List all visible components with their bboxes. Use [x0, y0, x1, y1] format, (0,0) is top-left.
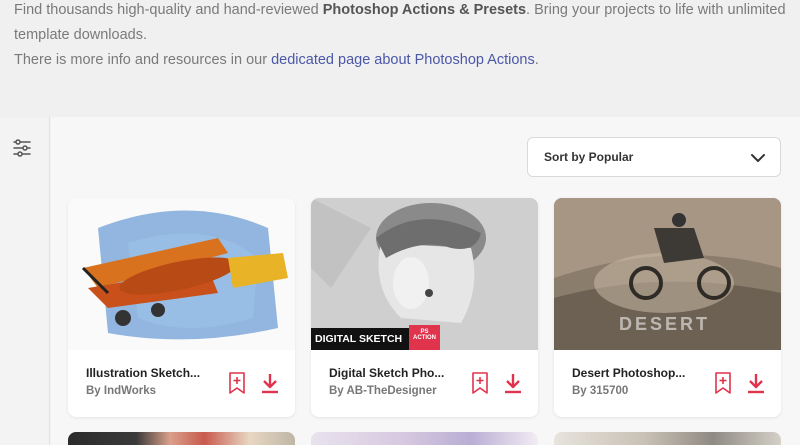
product-title[interactable]: Digital Sketch Pho... [329, 366, 459, 380]
download-icon[interactable] [503, 372, 523, 394]
filter-sidebar [0, 117, 50, 445]
intro-text-start: Find thousands high-quality and hand-rev… [14, 2, 323, 18]
product-author[interactable]: By 315700 [572, 385, 628, 397]
ps-action-badge: PS ACTION [409, 325, 440, 350]
product-author[interactable]: By IndWorks [86, 385, 156, 397]
product-title[interactable]: Desert Photoshop... [572, 366, 702, 380]
digital-sketch-banner: DIGITAL SKETCH [311, 328, 409, 350]
filter-sliders-icon[interactable] [12, 139, 32, 157]
dedicated-page-link[interactable]: dedicated page about Photoshop Actions [271, 52, 535, 68]
bookmark-add-icon[interactable] [228, 372, 246, 394]
product-card[interactable]: DIGITAL SKETCH PS ACTION Digital Sketch … [311, 198, 538, 417]
download-icon[interactable] [260, 372, 280, 394]
badge-ps-text: PS [420, 329, 429, 335]
product-title[interactable]: Illustration Sketch... [86, 366, 216, 380]
intro-bold-text: Photoshop Actions & Presets [322, 2, 527, 18]
intro-section: Find thousands high-quality and hand-rev… [0, 0, 800, 117]
bookmark-add-icon[interactable] [714, 372, 732, 394]
intro-text: Find thousands high-quality and hand-rev… [14, 0, 794, 48]
product-author[interactable]: By AB-TheDesigner [329, 385, 437, 397]
product-card-partial[interactable] [311, 432, 538, 445]
product-thumbnail[interactable]: DIGITAL SKETCH PS ACTION [311, 198, 538, 350]
sort-dropdown[interactable]: Sort by Popular [527, 137, 781, 177]
badge-action-text: ACTION [413, 335, 436, 341]
desert-overlay-text: DESERT [619, 314, 711, 334]
chevron-down-icon [751, 154, 765, 162]
sort-label: Sort by Popular [544, 150, 634, 164]
more-info-text: There is more info and resources in our [14, 52, 272, 68]
product-card[interactable]: Illustration Sketch... By IndWorks [68, 198, 295, 417]
more-info-period: . [534, 52, 539, 68]
bookmark-add-icon[interactable] [471, 372, 489, 394]
product-thumbnail[interactable] [68, 198, 295, 350]
product-card-partial[interactable] [68, 432, 295, 445]
product-card[interactable]: DESERT Desert Photoshop... By 315700 [554, 198, 781, 417]
product-card-partial[interactable] [554, 432, 781, 445]
intro-more-info: There is more info and resources in our … [14, 48, 539, 73]
download-icon[interactable] [746, 372, 766, 394]
product-thumbnail[interactable]: DESERT [554, 198, 781, 350]
